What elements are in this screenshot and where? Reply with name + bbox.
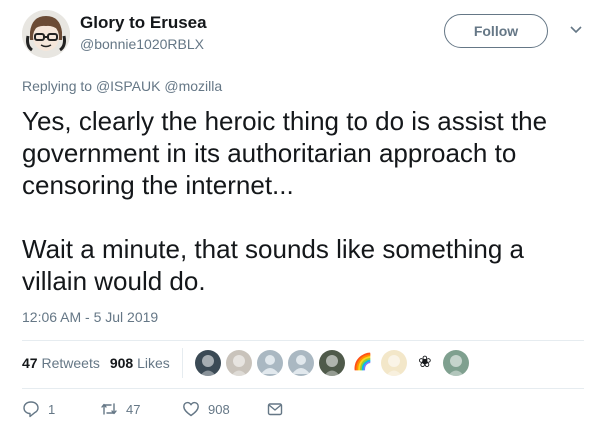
- retweets-count: 47: [22, 355, 38, 371]
- retweet-count: 47: [126, 401, 141, 417]
- likes-stat[interactable]: 908 Likes: [110, 355, 170, 371]
- tweet-paragraph: Yes, clearly the heroic thing to do is a…: [22, 106, 548, 200]
- mention-mozilla[interactable]: @mozilla: [164, 78, 222, 94]
- avatar-cat-icon[interactable]: [225, 350, 252, 376]
- display-name[interactable]: Glory to Erusea: [80, 12, 207, 34]
- author-names: Glory to Erusea @bonnie1020RBLX: [80, 12, 207, 54]
- liker-avatars: 🌈 ❀: [194, 350, 474, 376]
- avatar-rainbow-icon[interactable]: 🌈: [349, 350, 376, 376]
- heart-icon: [183, 401, 199, 417]
- tweet-text: Yes, clearly the heroic thing to do is a…: [22, 105, 582, 297]
- avatar-character-icon[interactable]: [318, 350, 345, 376]
- tweet-paragraph: Wait a minute, that sounds like somethin…: [22, 234, 524, 296]
- avatar-character-icon: [22, 10, 70, 58]
- chevron-down-icon[interactable]: [568, 24, 584, 36]
- reply-count: 1: [48, 401, 56, 417]
- likes-count: 908: [109, 355, 134, 371]
- retweet-icon: [101, 403, 117, 415]
- avatar-default-icon[interactable]: [287, 350, 314, 376]
- tweet-timestamp[interactable]: 12:06 AM - 5 Jul 2019: [22, 309, 158, 325]
- direct-message-action[interactable]: [266, 400, 284, 418]
- avatar-figure-icon[interactable]: [442, 350, 469, 376]
- replying-to: Replying to @ISPAUK @mozilla: [22, 78, 222, 94]
- retweets-stat[interactable]: 47 Retweets: [22, 355, 100, 371]
- avatar-flower-icon[interactable]: ❀: [411, 350, 438, 376]
- like-action[interactable]: 908: [182, 400, 266, 418]
- retweet-action[interactable]: 47: [100, 400, 182, 418]
- follow-button[interactable]: Follow: [444, 14, 548, 48]
- replying-to-label: Replying to: [22, 78, 93, 94]
- mention-ispauk[interactable]: @ISPAUK: [96, 78, 161, 94]
- divider: [22, 340, 584, 341]
- retweets-label: Retweets: [41, 355, 100, 371]
- divider: [22, 388, 584, 389]
- tweet-stats: 47 Retweets 908 Likes 🌈 ❀: [22, 345, 474, 381]
- author-avatar[interactable]: [22, 10, 70, 58]
- like-count: 908: [208, 401, 230, 417]
- tweet-actions: 1 47 908: [22, 400, 284, 418]
- envelope-icon: [267, 403, 283, 416]
- tweet-header: Glory to Erusea @bonnie1020RBLX Follow: [22, 10, 584, 62]
- avatar-anime-icon[interactable]: [380, 350, 407, 376]
- stats-separator: [181, 348, 183, 378]
- reply-action[interactable]: 1: [22, 400, 100, 418]
- avatar-default-icon[interactable]: [256, 350, 283, 376]
- likes-label: Likes: [137, 355, 170, 371]
- avatar-dark-icon[interactable]: [194, 350, 221, 376]
- reply-icon: [23, 401, 39, 418]
- user-handle[interactable]: @bonnie1020RBLX: [80, 34, 207, 54]
